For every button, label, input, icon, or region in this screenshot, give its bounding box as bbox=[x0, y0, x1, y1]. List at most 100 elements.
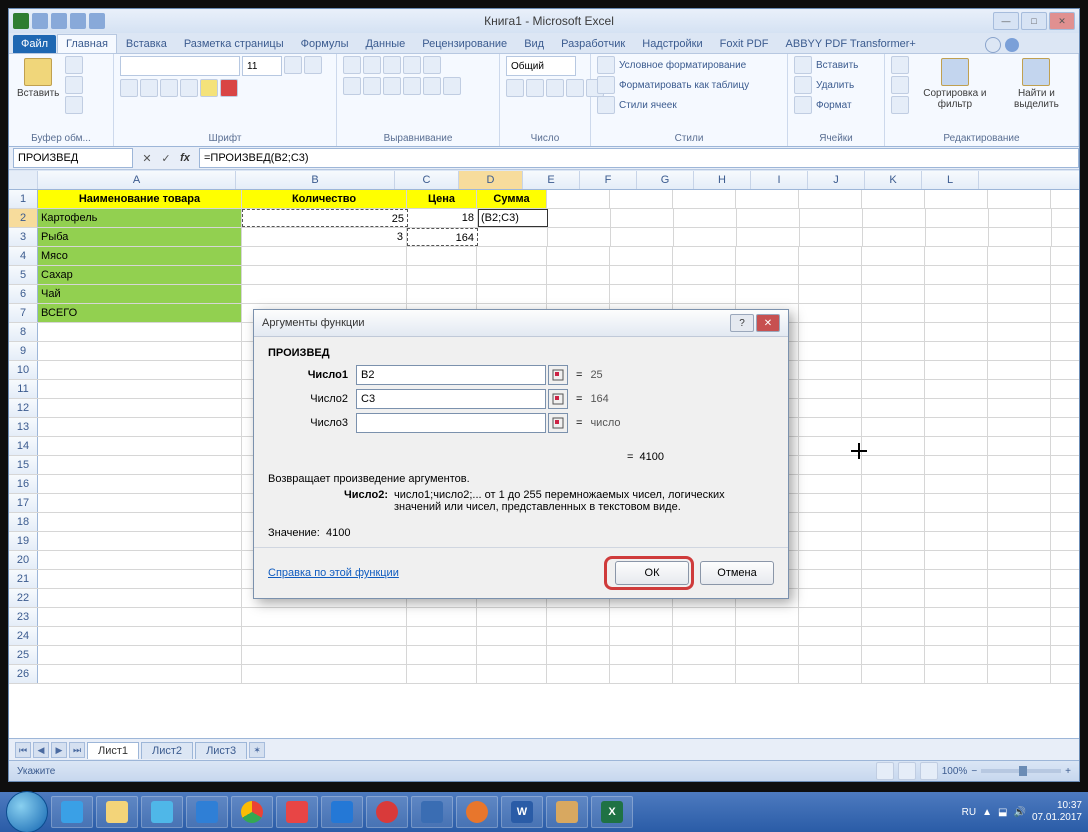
cell-E6[interactable] bbox=[547, 285, 610, 303]
cell-K13[interactable] bbox=[925, 418, 988, 436]
format-painter-icon[interactable] bbox=[65, 96, 83, 114]
sheet-nav-next[interactable]: ▶ bbox=[51, 742, 67, 758]
conditional-formatting-button[interactable]: Условное форматирование bbox=[597, 56, 746, 74]
indent-inc-icon[interactable] bbox=[423, 77, 441, 95]
cell-K19[interactable] bbox=[925, 532, 988, 550]
taskbar-mail[interactable] bbox=[141, 796, 183, 828]
fill-icon[interactable] bbox=[891, 76, 909, 94]
cell-K21[interactable] bbox=[925, 570, 988, 588]
cell-F5[interactable] bbox=[610, 266, 673, 284]
tab-insert[interactable]: Вставка bbox=[118, 35, 175, 53]
cell-C4[interactable] bbox=[407, 247, 477, 265]
taskbar-chrome[interactable] bbox=[231, 796, 273, 828]
cell-H2[interactable] bbox=[737, 209, 800, 227]
tab-data[interactable]: Данные bbox=[357, 35, 413, 53]
cell-J9[interactable] bbox=[862, 342, 925, 360]
cell-B3[interactable]: 3 bbox=[242, 228, 407, 246]
cell-A22[interactable] bbox=[38, 589, 242, 607]
cell-G4[interactable] bbox=[673, 247, 736, 265]
cell-A16[interactable] bbox=[38, 475, 242, 493]
cell-B4[interactable] bbox=[242, 247, 407, 265]
cell-H6[interactable] bbox=[736, 285, 799, 303]
start-button[interactable] bbox=[6, 791, 48, 832]
cell-G23[interactable] bbox=[673, 608, 736, 626]
view-break-icon[interactable] bbox=[920, 762, 938, 780]
percent-icon[interactable] bbox=[526, 79, 544, 97]
formula-input[interactable]: =ПРОИЗВЕД(B2;C3) bbox=[199, 148, 1079, 168]
cell-L25[interactable] bbox=[988, 646, 1051, 664]
cell-A15[interactable] bbox=[38, 456, 242, 474]
col-header-F[interactable]: F bbox=[580, 171, 637, 189]
font-color-icon[interactable] bbox=[220, 79, 238, 97]
cell-E26[interactable] bbox=[547, 665, 610, 683]
col-header-A[interactable]: A bbox=[38, 171, 236, 189]
cell-G5[interactable] bbox=[673, 266, 736, 284]
tab-abbyy[interactable]: ABBYY PDF Transformer+ bbox=[778, 35, 924, 53]
cell-J8[interactable] bbox=[862, 323, 925, 341]
cell-A19[interactable] bbox=[38, 532, 242, 550]
cell-H5[interactable] bbox=[736, 266, 799, 284]
cell-L12[interactable] bbox=[988, 399, 1051, 417]
cell-L8[interactable] bbox=[988, 323, 1051, 341]
cell-L7[interactable] bbox=[988, 304, 1051, 322]
cell-A17[interactable] bbox=[38, 494, 242, 512]
col-header-E[interactable]: E bbox=[523, 171, 580, 189]
cell-K9[interactable] bbox=[925, 342, 988, 360]
row-header-3[interactable]: 3 bbox=[9, 228, 38, 246]
cell-F3[interactable] bbox=[611, 228, 674, 246]
dialog-help-button[interactable]: ? bbox=[730, 314, 754, 332]
cell-J2[interactable] bbox=[863, 209, 926, 227]
border-icon[interactable] bbox=[180, 79, 198, 97]
row-header-22[interactable]: 22 bbox=[9, 589, 38, 607]
taskbar-word[interactable]: W bbox=[501, 796, 543, 828]
cell-I2[interactable] bbox=[800, 209, 863, 227]
cell-J19[interactable] bbox=[862, 532, 925, 550]
minimize-button[interactable]: — bbox=[993, 12, 1019, 30]
clear-icon[interactable] bbox=[891, 96, 909, 114]
arg-ref-button-1[interactable] bbox=[548, 389, 568, 409]
cell-A26[interactable] bbox=[38, 665, 242, 683]
cell-B5[interactable] bbox=[242, 266, 407, 284]
name-box[interactable]: ПРОИЗВЕД bbox=[13, 148, 133, 168]
cell-F23[interactable] bbox=[610, 608, 673, 626]
paste-button[interactable]: Вставить bbox=[15, 56, 61, 101]
cell-K14[interactable] bbox=[925, 437, 988, 455]
cell-A7[interactable]: ВСЕГО bbox=[38, 304, 242, 322]
cell-F1[interactable] bbox=[610, 190, 673, 208]
row-header-25[interactable]: 25 bbox=[9, 646, 38, 664]
cell-K15[interactable] bbox=[925, 456, 988, 474]
cell-G3[interactable] bbox=[674, 228, 737, 246]
col-header-K[interactable]: K bbox=[865, 171, 922, 189]
save-icon[interactable] bbox=[32, 13, 48, 29]
row-header-23[interactable]: 23 bbox=[9, 608, 38, 626]
arg-ref-button-2[interactable] bbox=[548, 413, 568, 433]
zoom-slider[interactable] bbox=[981, 769, 1061, 773]
inc-decimal-icon[interactable] bbox=[566, 79, 584, 97]
cell-L10[interactable] bbox=[988, 361, 1051, 379]
taskbar-mailru[interactable] bbox=[321, 796, 363, 828]
col-header-B[interactable]: B bbox=[236, 171, 395, 189]
row-header-14[interactable]: 14 bbox=[9, 437, 38, 455]
cell-J5[interactable] bbox=[862, 266, 925, 284]
indent-dec-icon[interactable] bbox=[403, 77, 421, 95]
cell-K23[interactable] bbox=[925, 608, 988, 626]
arg-input-2[interactable] bbox=[356, 413, 546, 433]
currency-icon[interactable] bbox=[506, 79, 524, 97]
maximize-button[interactable]: □ bbox=[1021, 12, 1047, 30]
sheet-nav-first[interactable]: ⏮ bbox=[15, 742, 31, 758]
sort-filter-button[interactable]: Сортировка и фильтр bbox=[913, 56, 997, 112]
cell-E23[interactable] bbox=[547, 608, 610, 626]
row-header-2[interactable]: 2 bbox=[9, 209, 38, 227]
format-as-table-button[interactable]: Форматировать как таблицу bbox=[597, 76, 749, 94]
cell-D2[interactable]: (B2;C3) bbox=[478, 209, 548, 227]
font-name-select[interactable] bbox=[120, 56, 240, 76]
cell-J3[interactable] bbox=[863, 228, 926, 246]
cancel-formula-icon[interactable]: ✕ bbox=[139, 150, 155, 166]
cell-K5[interactable] bbox=[925, 266, 988, 284]
cell-I8[interactable] bbox=[799, 323, 862, 341]
cell-I16[interactable] bbox=[799, 475, 862, 493]
cell-C5[interactable] bbox=[407, 266, 477, 284]
cell-J11[interactable] bbox=[862, 380, 925, 398]
cell-K11[interactable] bbox=[925, 380, 988, 398]
cell-K8[interactable] bbox=[925, 323, 988, 341]
